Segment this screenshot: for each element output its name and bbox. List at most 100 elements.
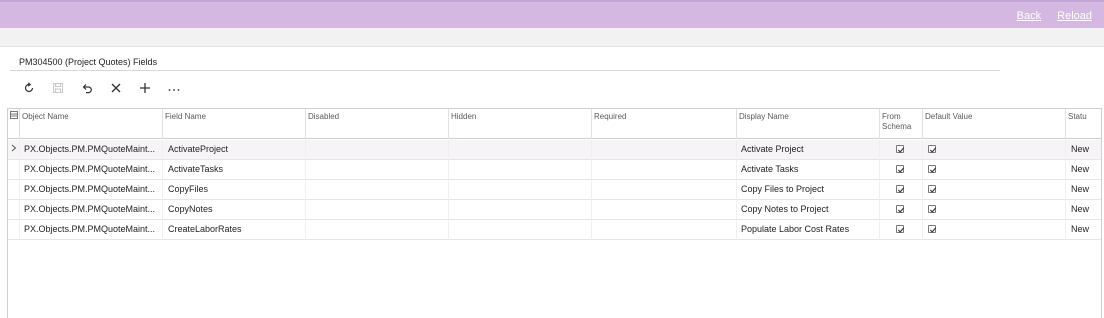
cell-object-name[interactable]: PX.Objects.PM.PMQuoteMaint... [24, 160, 162, 180]
delete-button[interactable] [101, 79, 130, 97]
fields-grid: Object Name Field Name Disabled Hidden R… [7, 108, 1102, 318]
cell-hidden[interactable] [449, 160, 592, 180]
cell-field-name[interactable]: CreateLaborRates [168, 220, 306, 240]
column-header-status[interactable]: Statu [1066, 109, 1103, 139]
column-separator [19, 220, 20, 240]
sub-bar [0, 28, 1104, 47]
from-schema-checkbox[interactable] [896, 185, 905, 193]
cell-disabled[interactable] [306, 200, 449, 220]
column-separator [19, 200, 20, 220]
cell-object-name[interactable]: PX.Objects.PM.PMQuoteMaint... [24, 180, 162, 200]
refresh-icon [24, 82, 33, 93]
cell-field-name[interactable]: CopyFiles [168, 180, 306, 200]
save-icon [52, 83, 63, 93]
cell-display-name[interactable]: Activate Tasks [741, 160, 879, 180]
reload-link[interactable]: Reload [1057, 10, 1092, 22]
from-schema-checkbox[interactable] [896, 205, 905, 213]
column-separator [19, 160, 20, 180]
column-chooser-icon [10, 111, 18, 119]
cell-required[interactable] [592, 140, 737, 160]
cell-display-name[interactable]: Populate Labor Cost Rates [741, 220, 879, 240]
table-row[interactable]: PX.Objects.PM.PMQuoteMaint... ActivateTas… [8, 160, 1101, 180]
column-header-hidden[interactable]: Hidden [449, 109, 592, 139]
default-value-checkbox[interactable] [928, 225, 937, 233]
default-value-checkbox[interactable] [928, 165, 937, 173]
cell-required[interactable] [592, 220, 737, 240]
cell-field-name[interactable]: CopyNotes [168, 200, 306, 220]
from-schema-checkbox[interactable] [896, 225, 905, 233]
cell-status[interactable]: New [1071, 180, 1101, 200]
cell-object-name[interactable]: PX.Objects.PM.PMQuoteMaint... [24, 200, 162, 220]
column-separator [1065, 220, 1066, 240]
cell-status[interactable]: New [1071, 140, 1101, 160]
column-separator [879, 160, 880, 180]
cell-disabled[interactable] [306, 140, 449, 160]
column-header-display-name[interactable]: Display Name [737, 109, 880, 139]
column-separator [162, 160, 163, 180]
cell-status[interactable]: New [1071, 200, 1101, 220]
column-separator [879, 140, 880, 160]
cell-hidden[interactable] [449, 140, 592, 160]
column-settings-button[interactable] [8, 109, 20, 139]
ellipsis-icon [168, 89, 179, 91]
cell-status[interactable]: New [1071, 160, 1101, 180]
more-button[interactable] [159, 79, 188, 97]
cell-required[interactable] [592, 160, 737, 180]
title-divider [10, 70, 1000, 71]
column-separator [922, 160, 923, 180]
close-icon [111, 83, 120, 93]
cell-hidden[interactable] [449, 180, 592, 200]
column-header-from-schema[interactable]: From Schema [880, 109, 923, 139]
cell-hidden[interactable] [449, 200, 592, 220]
add-row-button[interactable] [130, 79, 159, 97]
column-header-disabled[interactable]: Disabled [306, 109, 449, 139]
column-separator [1065, 160, 1066, 180]
back-link[interactable]: Back [1017, 10, 1041, 22]
table-row[interactable]: PX.Objects.PM.PMQuoteMaint... ActivatePro… [8, 140, 1101, 160]
column-separator [19, 140, 20, 160]
cell-status[interactable]: New [1071, 220, 1101, 240]
cell-object-name[interactable]: PX.Objects.PM.PMQuoteMaint... [24, 220, 162, 240]
column-separator [879, 200, 880, 220]
column-separator [162, 140, 163, 160]
default-value-checkbox[interactable] [928, 205, 937, 213]
cell-disabled[interactable] [306, 160, 449, 180]
cell-object-name[interactable]: PX.Objects.PM.PMQuoteMaint... [24, 140, 162, 160]
cell-display-name[interactable]: Copy Files to Project [741, 180, 879, 200]
cell-display-name[interactable]: Activate Project [741, 140, 879, 160]
from-schema-checkbox[interactable] [896, 145, 905, 153]
top-bar: Back Reload [0, 0, 1104, 28]
column-separator [1065, 180, 1066, 200]
column-separator [162, 220, 163, 240]
from-schema-checkbox[interactable] [896, 165, 905, 173]
table-row[interactable]: PX.Objects.PM.PMQuoteMaint... CopyNotes Co… [8, 200, 1101, 220]
column-header-object-name[interactable]: Object Name [20, 109, 163, 139]
column-separator [162, 200, 163, 220]
column-header-default-value[interactable]: Default Value [923, 109, 1066, 139]
column-separator [879, 220, 880, 240]
cell-display-name[interactable]: Copy Notes to Project [741, 200, 879, 220]
column-separator [922, 140, 923, 160]
cell-field-name[interactable]: ActivateProject [168, 140, 306, 160]
save-button[interactable] [43, 79, 72, 97]
cell-hidden[interactable] [449, 220, 592, 240]
default-value-checkbox[interactable] [928, 185, 937, 193]
page-title: PM304500 (Project Quotes) Fields [19, 57, 158, 67]
undo-button[interactable] [72, 79, 101, 97]
plus-icon [139, 83, 150, 93]
table-row[interactable]: PX.Objects.PM.PMQuoteMaint... CreateLabor… [8, 220, 1101, 240]
default-value-checkbox[interactable] [928, 145, 937, 153]
cell-disabled[interactable] [306, 180, 449, 200]
column-header-field-name[interactable]: Field Name [163, 109, 306, 139]
refresh-button[interactable] [14, 79, 43, 97]
cell-required[interactable] [592, 180, 737, 200]
cell-field-name[interactable]: ActivateTasks [168, 160, 306, 180]
column-separator [19, 180, 20, 200]
table-row[interactable]: PX.Objects.PM.PMQuoteMaint... CopyFiles Co… [8, 180, 1101, 200]
undo-icon [82, 84, 92, 94]
cell-disabled[interactable] [306, 220, 449, 240]
column-separator [1065, 140, 1066, 160]
column-header-required[interactable]: Required [592, 109, 737, 139]
cell-required[interactable] [592, 200, 737, 220]
column-separator [879, 180, 880, 200]
